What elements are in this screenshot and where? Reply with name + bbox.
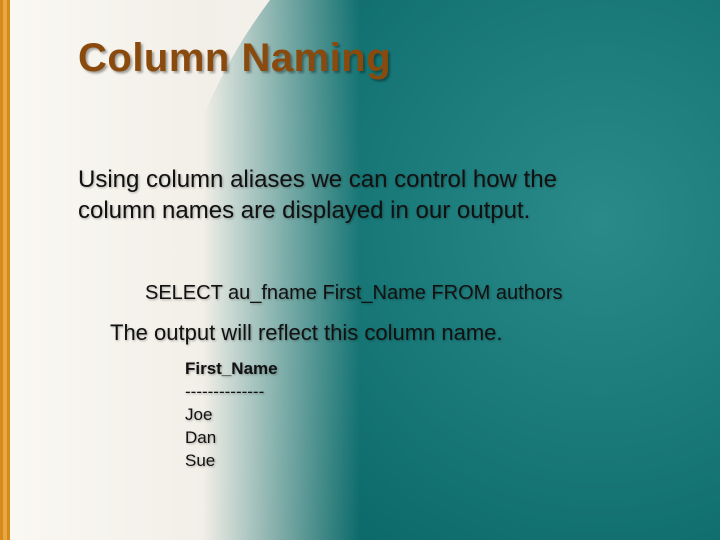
- output-row: Joe: [185, 404, 278, 427]
- reflect-sentence: The output will reflect this column name…: [110, 320, 503, 346]
- output-column-header: First_Name: [185, 358, 278, 381]
- sql-statement: SELECT au_fname First_Name FROM authors: [145, 282, 563, 305]
- output-row: Dan: [185, 427, 278, 450]
- slide-content: Column Naming Using column aliases we ca…: [0, 0, 720, 540]
- output-row: Sue: [185, 450, 278, 473]
- intro-paragraph: Using column aliases we can control how …: [78, 165, 598, 226]
- slide-title: Column Naming: [78, 36, 391, 81]
- slide: Column Naming Using column aliases we ca…: [0, 0, 720, 540]
- output-separator: --------------: [185, 381, 278, 404]
- output-block: First_Name -------------- Joe Dan Sue: [185, 358, 278, 473]
